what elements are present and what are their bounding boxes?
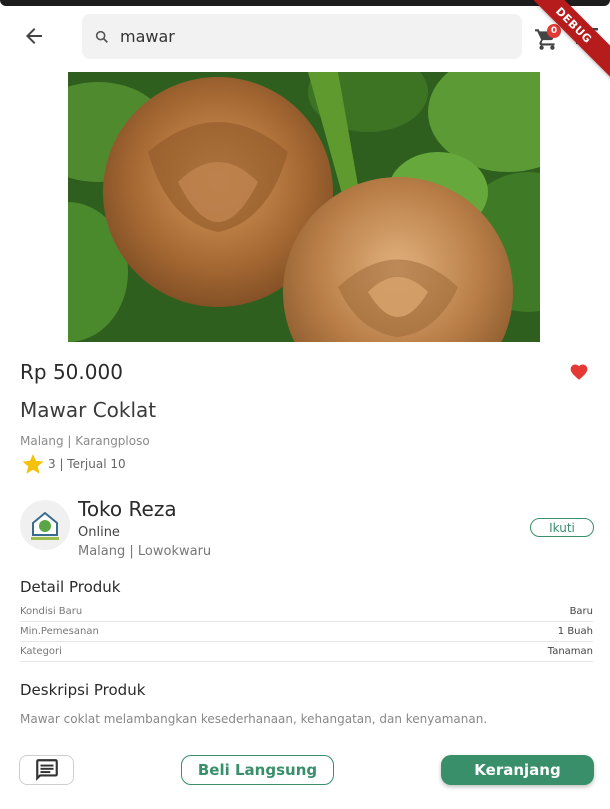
heart-icon[interactable] — [569, 362, 589, 382]
store-location: Malang | Lowokwaru — [78, 544, 212, 559]
detail-value: 1 Buah — [557, 626, 593, 637]
chat-button[interactable] — [19, 755, 74, 785]
product-location: Malang | Karangploso — [20, 434, 150, 448]
store-logo-icon — [31, 511, 59, 540]
description-text: Mawar coklat melambangkan kesederhanaan,… — [20, 712, 488, 726]
search-bar[interactable]: mawar — [82, 14, 522, 59]
detail-label: Kategori — [20, 646, 62, 657]
app-bar: mawar 0 DEBUG — [0, 0, 610, 83]
buy-now-button[interactable]: Beli Langsung — [181, 755, 334, 785]
detail-row: Kategori Tanaman — [20, 642, 593, 662]
detail-row: Kondisi Baru Baru — [20, 602, 593, 622]
rating-sold-text: 3 | Terjual 10 — [48, 457, 126, 471]
detail-label: Min.Pemesanan — [20, 626, 99, 637]
status-bar-edge — [0, 0, 610, 6]
detail-value: Baru — [569, 606, 593, 617]
product-rating: 3 | Terjual 10 — [20, 452, 126, 476]
detail-title: Detail Produk — [20, 578, 121, 596]
arrow-left-icon — [26, 28, 42, 44]
store-name[interactable]: Toko Reza — [78, 497, 177, 521]
product-name: Mawar Coklat — [20, 398, 157, 422]
product-image — [38, 72, 568, 342]
description-title: Deskripsi Produk — [20, 681, 146, 699]
search-icon — [95, 30, 108, 43]
detail-value: Tanaman — [547, 646, 593, 657]
add-to-cart-button[interactable]: Keranjang — [441, 755, 594, 785]
detail-label: Kondisi Baru — [20, 606, 83, 617]
follow-button[interactable]: Ikuti — [530, 518, 594, 537]
star-icon — [22, 454, 44, 474]
store-status: Online — [78, 525, 120, 540]
product-price: Rp 50.000 — [20, 360, 123, 384]
bottom-action-bar: Beli Langsung Keranjang — [0, 748, 610, 792]
chat-icon — [35, 759, 58, 781]
cart-button[interactable]: 0 — [534, 24, 562, 52]
detail-row: Min.Pemesanan 1 Buah — [20, 622, 593, 642]
search-query: mawar — [120, 27, 175, 46]
debug-banner: DEBUG — [516, 0, 610, 83]
store-avatar[interactable] — [20, 500, 70, 550]
back-button[interactable] — [18, 20, 50, 52]
rose-photo-icon — [38, 72, 568, 342]
